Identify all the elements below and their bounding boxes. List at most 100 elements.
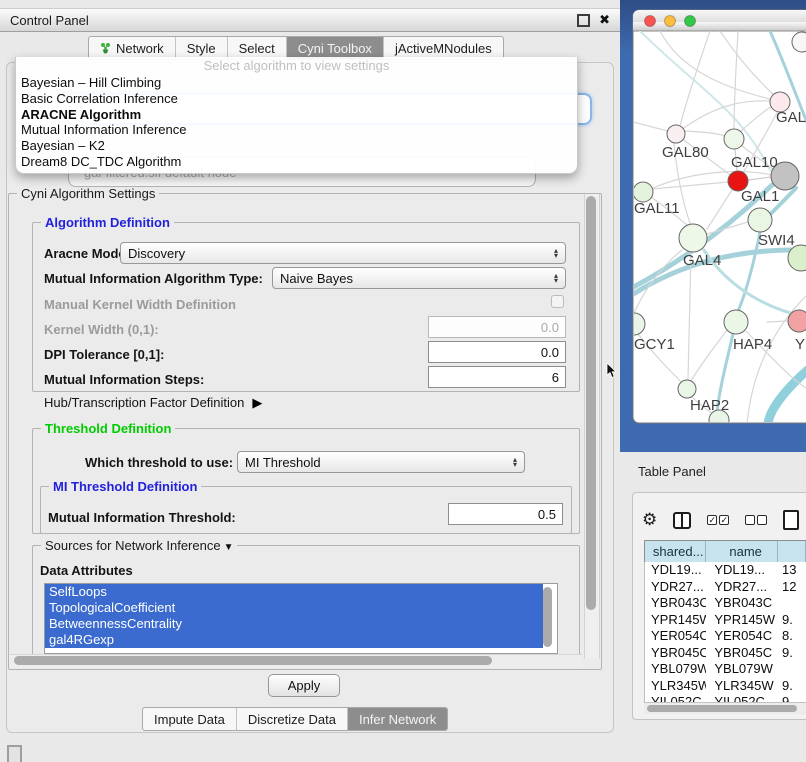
- hub-definition-toggle[interactable]: Hub/Transcription Factor Definition ▶: [44, 395, 262, 411]
- table-hscrollbar-track[interactable]: [644, 702, 806, 714]
- table-row[interactable]: YBL079WYBL079W: [645, 661, 806, 678]
- table-row[interactable]: YIL052CYIL052C9.: [645, 694, 806, 702]
- table-panel-header: Table Panel: [620, 452, 806, 490]
- node-label-gal1: GAL1: [741, 188, 779, 205]
- table-cell: 9.: [778, 645, 806, 662]
- node-label-gal80: GAL80: [662, 144, 709, 161]
- network-node-gal80[interactable]: [667, 125, 685, 143]
- algorithm-option-bayesian-k2[interactable]: Bayesian – K2: [16, 138, 577, 154]
- apply-button[interactable]: Apply: [268, 674, 340, 697]
- kernel-width-label: Kernel Width (0,1):: [44, 322, 159, 337]
- algorithm-option-dream8-dc-tdc-algorithm[interactable]: Dream8 DC_TDC Algorithm: [16, 154, 577, 170]
- table-cell: 9.: [778, 612, 806, 629]
- attribute-item-gal4rgexp[interactable]: gal4RGexp: [45, 632, 543, 648]
- attribute-item-topologicalcoefficient[interactable]: TopologicalCoefficient: [45, 600, 543, 616]
- table-cell: YPR145W: [645, 612, 706, 629]
- network-node-hap2[interactable]: [678, 380, 696, 398]
- algorithm-option-aracne-algorithm[interactable]: ARACNE Algorithm: [16, 107, 577, 123]
- algorithm-popup-items: Bayesian – Hill ClimbingBasic Correlatio…: [16, 75, 577, 170]
- network-view[interactable]: GALGAL80GAL10GAL1GAL11SWI4GAL4GCY1HAP4YH…: [620, 0, 806, 452]
- column-header-extra[interactable]: [778, 541, 806, 563]
- node-label-gal4: GAL4: [683, 252, 721, 269]
- settings-vscrollbar-thumb[interactable]: [586, 196, 596, 610]
- table-cell: YBL079W: [645, 661, 706, 678]
- spinner-arrows-icon: ▴▾: [546, 248, 558, 258]
- attribute-item-betweennesscentrality[interactable]: BetweennessCentrality: [45, 616, 543, 632]
- table-header-row: shared...name: [644, 540, 806, 562]
- tab-discretize-data[interactable]: Discretize Data: [237, 708, 348, 730]
- table-row[interactable]: YDR27...YDR27...12: [645, 579, 806, 596]
- float-panel-icon[interactable]: [577, 14, 590, 27]
- settings-hscrollbar-thumb[interactable]: [14, 656, 492, 665]
- collapsed-arrow-icon: ▶: [252, 395, 262, 410]
- attribute-item-selfloops[interactable]: SelfLoops: [45, 584, 543, 600]
- column-header-shared[interactable]: shared...: [645, 541, 706, 563]
- attributes-list-vscrollbar[interactable]: [543, 587, 552, 647]
- table-cell: YLR345W: [706, 678, 778, 695]
- mi-threshold-field[interactable]: [448, 503, 563, 525]
- panel-grip-icon[interactable]: [7, 745, 22, 762]
- mac-minimize-button[interactable]: [665, 16, 676, 27]
- network-node-gal4[interactable]: [679, 224, 707, 252]
- select-all-checkboxes-icon[interactable]: ✓✓: [707, 515, 729, 525]
- table-row[interactable]: YBR045CYBR045C9.: [645, 645, 806, 662]
- algorithm-option-basic-correlation-inference[interactable]: Basic Correlation Inference: [16, 91, 577, 107]
- dpi-tolerance-field[interactable]: [428, 341, 566, 363]
- mi-type-label: Mutual Information Algorithm Type:: [44, 271, 263, 286]
- export-table-icon[interactable]: [783, 510, 799, 530]
- aracne-mode-label: Aracne Mode:: [44, 246, 130, 261]
- table-row[interactable]: YDL19...YDL19...13: [645, 562, 806, 579]
- node-label-swi4: SWI4: [758, 232, 795, 249]
- mi-steps-label: Mutual Information Steps:: [44, 372, 204, 387]
- mac-close-button[interactable]: [645, 16, 656, 27]
- aracne-mode-combo[interactable]: Discovery ▴▾: [120, 242, 566, 264]
- network-node-y[interactable]: [788, 310, 806, 332]
- table-row[interactable]: YBR043CYBR043C: [645, 595, 806, 612]
- algorithm-prompt: Select algorithm to view settings: [16, 57, 577, 75]
- tab-cyni-toolbox[interactable]: Cyni Toolbox: [287, 37, 384, 59]
- column-header-name[interactable]: name: [706, 541, 778, 563]
- tab-style[interactable]: Style: [176, 37, 228, 59]
- table-cell: 12: [778, 579, 806, 596]
- tab-impute-data[interactable]: Impute Data: [143, 708, 237, 730]
- mi-type-value: Naive Bayes: [280, 271, 353, 286]
- network-node-hap4[interactable]: [724, 310, 748, 334]
- hub-definition-label: Hub/Transcription Factor Definition: [44, 395, 244, 410]
- tab-network[interactable]: Network: [89, 37, 176, 59]
- data-attributes-label: Data Attributes: [40, 563, 133, 578]
- tab-jactivemnodules[interactable]: jActiveMNodules: [384, 37, 503, 59]
- kernel-width-field[interactable]: [428, 316, 566, 338]
- table-cell: 8.: [778, 628, 806, 645]
- columns-icon[interactable]: [673, 512, 691, 529]
- deselect-all-checkboxes-icon[interactable]: [745, 515, 767, 525]
- mi-type-combo[interactable]: Naive Bayes ▴▾: [272, 267, 566, 289]
- table-cell: 9.: [778, 694, 806, 702]
- table-cell: YBR043C: [706, 595, 778, 612]
- data-attributes-list[interactable]: SelfLoopsTopologicalCoefficientBetweenne…: [44, 583, 558, 654]
- algorithm-definition-title: Algorithm Definition: [41, 215, 174, 230]
- sources-group-title[interactable]: Sources for Network Inference▼: [41, 538, 237, 553]
- mac-zoom-button[interactable]: [685, 16, 696, 27]
- mi-threshold-label: Mutual Information Threshold:: [48, 510, 236, 525]
- table-row[interactable]: YER054CYER054C8.: [645, 628, 806, 645]
- which-threshold-value: MI Threshold: [245, 455, 321, 470]
- network-node-gal11[interactable]: [633, 182, 653, 202]
- algorithm-option-bayesian-hill-climbing[interactable]: Bayesian – Hill Climbing: [16, 75, 577, 91]
- mi-steps-field[interactable]: [428, 366, 566, 388]
- table-cell: YIL052C: [706, 694, 778, 702]
- table-hscrollbar-thumb[interactable]: [647, 705, 797, 712]
- tab-infer-network[interactable]: Infer Network: [348, 708, 447, 730]
- table-row[interactable]: YLR345WYLR345W9.: [645, 678, 806, 695]
- which-threshold-combo[interactable]: MI Threshold ▴▾: [237, 451, 525, 473]
- manual-kernel-checkbox[interactable]: [551, 295, 564, 308]
- node-label-y: Y: [795, 336, 805, 353]
- network-node-gal10[interactable]: [724, 129, 744, 149]
- algorithm-option-mutual-information-inference[interactable]: Mutual Information Inference: [16, 122, 577, 138]
- table-cell: YBL079W: [706, 661, 778, 678]
- dpi-tolerance-label: DPI Tolerance [0,1]:: [44, 347, 164, 362]
- network-node-swi4[interactable]: [748, 208, 772, 232]
- gear-icon[interactable]: ⚙: [642, 510, 657, 530]
- close-panel-icon[interactable]: ✖: [599, 14, 610, 26]
- tab-select[interactable]: Select: [228, 37, 287, 59]
- table-row[interactable]: YPR145WYPR145W9.: [645, 612, 806, 629]
